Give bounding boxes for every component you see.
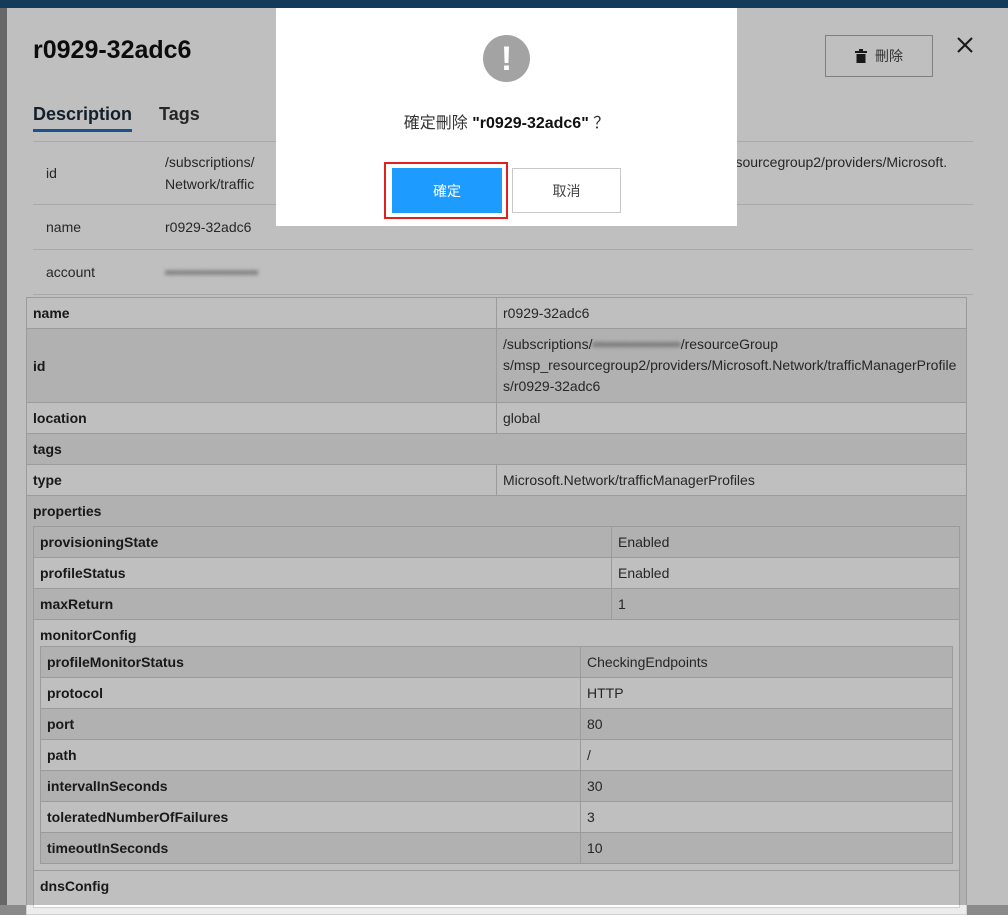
confirm-ok-button[interactable]: 確定: [392, 168, 502, 213]
confirm-delete-dialog: ! 確定刪除 "r0929-32adc6" ？ 確定 取消: [276, 8, 737, 226]
confirm-message-suffix: ？: [593, 115, 610, 132]
confirm-message-prefix: 確定刪除: [403, 115, 468, 132]
confirm-message: 確定刪除 "r0929-32adc6" ？: [276, 109, 737, 133]
confirm-message-target: "r0929-32adc6": [472, 115, 589, 132]
confirm-cancel-button[interactable]: 取消: [512, 168, 621, 213]
exclamation-icon: !: [483, 35, 530, 82]
